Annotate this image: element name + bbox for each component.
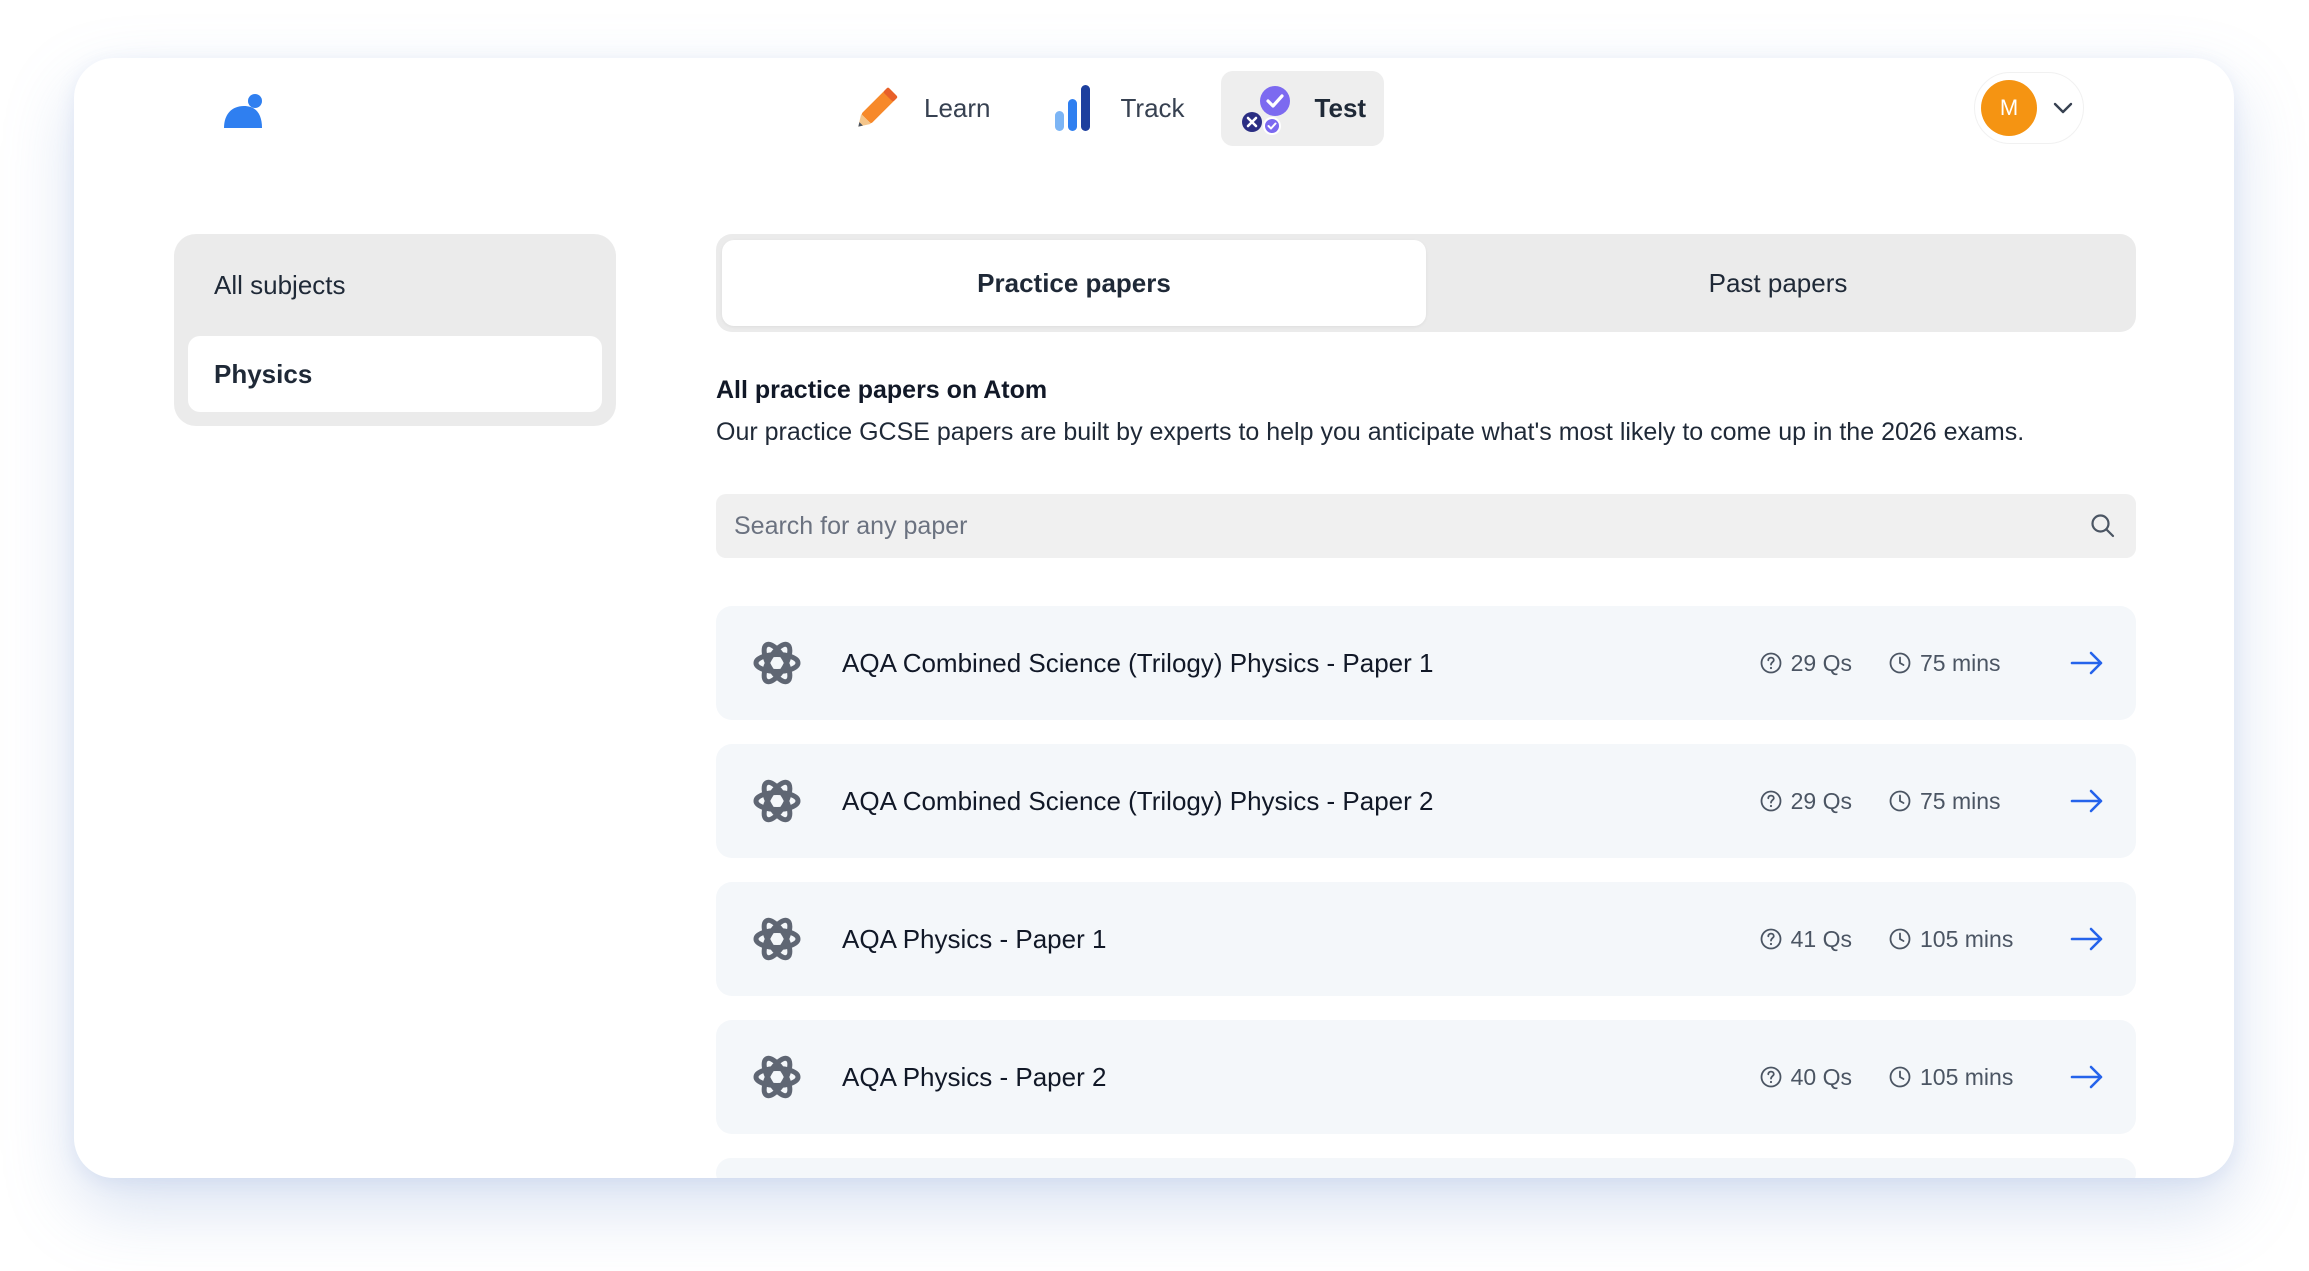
paper-row[interactable]: AQA Physics - Paper 1 41 Qs 105 mins bbox=[716, 882, 2136, 996]
sidebar-item-all-subjects[interactable]: All subjects bbox=[188, 244, 602, 326]
arrow-right-icon[interactable] bbox=[2068, 920, 2106, 958]
test-check-icon bbox=[1241, 85, 1290, 135]
question-count-text: 29 Qs bbox=[1790, 787, 1852, 814]
arrow-right-icon[interactable] bbox=[2068, 782, 2106, 820]
search-icon[interactable] bbox=[2088, 511, 2118, 541]
question-count-text: 29 Qs bbox=[1790, 649, 1852, 676]
search-bar bbox=[716, 494, 2136, 558]
section-description: Our practice GCSE papers are built by ex… bbox=[716, 418, 2025, 446]
user-menu[interactable]: M bbox=[1974, 72, 2084, 144]
question-circle-icon bbox=[1760, 928, 1782, 950]
clock-icon bbox=[1889, 652, 1911, 674]
nav-learn-label: Learn bbox=[924, 93, 991, 123]
paper-row[interactable]: AQA Physics - Paper 2 40 Qs 105 mins bbox=[716, 1020, 2136, 1134]
bar-chart-icon bbox=[1054, 84, 1090, 131]
nav-test-label: Test bbox=[1314, 93, 1367, 123]
paper-row[interactable]: AQA Combined Science (Trilogy) Physics -… bbox=[716, 606, 2136, 720]
paper-title: AQA Physics - Paper 1 bbox=[842, 923, 1107, 954]
duration-text: 75 mins bbox=[1920, 649, 2001, 676]
arrow-right-icon[interactable] bbox=[2068, 1058, 2106, 1096]
question-count: 41 Qs bbox=[1722, 926, 1852, 953]
question-count: 29 Qs bbox=[1722, 650, 1852, 677]
paper-row[interactable] bbox=[716, 1158, 2136, 1178]
question-circle-icon bbox=[1760, 1066, 1782, 1088]
duration: 75 mins bbox=[1888, 650, 2028, 677]
nav-track-label: Track bbox=[1120, 93, 1185, 123]
main-nav: Learn Track Test bbox=[830, 71, 1385, 146]
search-input[interactable] bbox=[734, 511, 2088, 541]
paper-title: AQA Combined Science (Trilogy) Physics -… bbox=[842, 785, 1434, 816]
question-count: 29 Qs bbox=[1722, 788, 1852, 815]
question-circle-icon bbox=[1760, 790, 1782, 812]
app-window: Learn Track Test M All subjects Physics … bbox=[74, 58, 2234, 1178]
duration: 75 mins bbox=[1888, 788, 2028, 815]
tab-practice-papers[interactable]: Practice papers bbox=[722, 240, 1426, 326]
paper-type-tabs: Practice papers Past papers bbox=[716, 234, 2136, 332]
atom-icon bbox=[753, 779, 801, 823]
atom-icon bbox=[753, 641, 801, 685]
clock-icon bbox=[1889, 1066, 1911, 1088]
avatar[interactable]: M bbox=[1981, 80, 2037, 136]
duration-text: 105 mins bbox=[1920, 1063, 2014, 1090]
arrow-right-icon[interactable] bbox=[2068, 644, 2106, 682]
nav-learn[interactable]: Learn bbox=[830, 71, 1009, 146]
duration: 105 mins bbox=[1888, 926, 2028, 953]
clock-icon bbox=[1889, 928, 1911, 950]
paper-list: AQA Combined Science (Trilogy) Physics -… bbox=[716, 606, 2136, 1178]
atom-logo-icon[interactable] bbox=[222, 92, 266, 132]
section-title: All practice papers on Atom bbox=[716, 376, 1048, 404]
question-count: 40 Qs bbox=[1722, 1064, 1852, 1091]
paper-title: AQA Physics - Paper 2 bbox=[842, 1061, 1107, 1092]
clock-icon bbox=[1889, 790, 1911, 812]
subject-sidebar: All subjects Physics bbox=[174, 234, 616, 426]
atom-icon bbox=[753, 1055, 801, 1099]
nav-test[interactable]: Test bbox=[1220, 71, 1385, 146]
paper-row[interactable]: AQA Combined Science (Trilogy) Physics -… bbox=[716, 744, 2136, 858]
question-circle-icon bbox=[1760, 652, 1782, 674]
duration-text: 75 mins bbox=[1920, 787, 2001, 814]
question-count-text: 40 Qs bbox=[1790, 1063, 1852, 1090]
duration-text: 105 mins bbox=[1920, 925, 2014, 952]
duration: 105 mins bbox=[1888, 1064, 2028, 1091]
atom-icon bbox=[753, 917, 801, 961]
sidebar-item-physics[interactable]: Physics bbox=[188, 336, 602, 412]
paper-title: AQA Combined Science (Trilogy) Physics -… bbox=[842, 647, 1434, 678]
chevron-down-icon[interactable] bbox=[2049, 94, 2077, 122]
tab-past-papers[interactable]: Past papers bbox=[1426, 240, 2130, 326]
question-count-text: 41 Qs bbox=[1790, 925, 1852, 952]
pencil-icon bbox=[858, 87, 898, 127]
nav-track[interactable]: Track bbox=[1027, 71, 1203, 146]
